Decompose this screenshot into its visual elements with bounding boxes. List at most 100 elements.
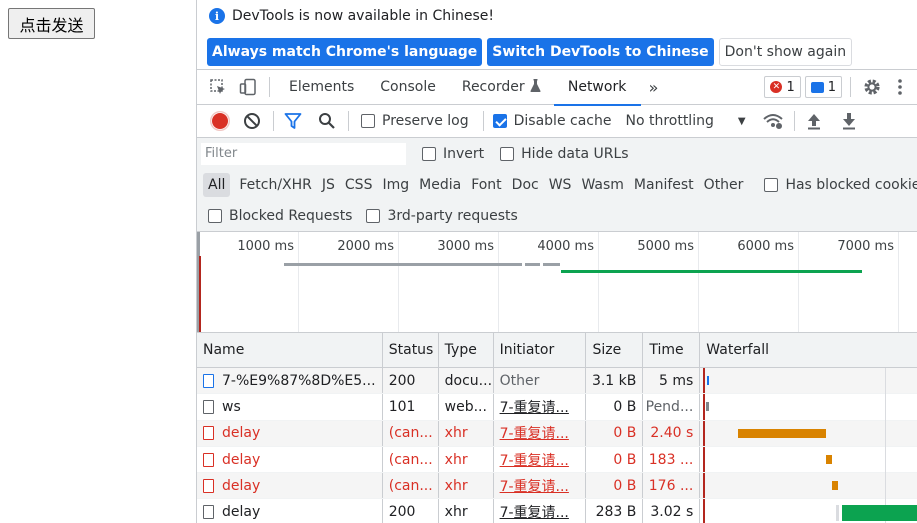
hide-data-urls-checkbox[interactable] xyxy=(500,146,515,161)
dont-show-again-button[interactable]: Don't show again xyxy=(718,38,853,66)
table-body: 7-%E9%87%8D%E5... 200 docu... Other 3.1 kB 5 … xyxy=(197,368,917,523)
has-blocked-cookies-checkbox[interactable] xyxy=(764,177,779,192)
kebab-menu-icon[interactable] xyxy=(889,76,911,98)
type-filter-css[interactable]: CSS xyxy=(340,173,378,197)
search-icon[interactable] xyxy=(314,108,340,134)
cell-waterfall xyxy=(700,499,917,523)
filter-bar: Filter Invert Hide data URLs All Fetch/XH… xyxy=(197,138,917,232)
col-header-initiator[interactable]: Initiator xyxy=(494,333,587,367)
table-row[interactable]: delay (can... xhr 7-重复请... 0 B 183 ... xyxy=(197,446,917,474)
file-icon xyxy=(203,505,214,520)
overview-gridline xyxy=(298,232,299,332)
cell-initiator[interactable]: 7-重复请... xyxy=(494,420,587,446)
load-event-marker xyxy=(703,446,706,473)
cell-size: 0 B xyxy=(586,473,644,499)
divider xyxy=(850,77,851,97)
switch-to-chinese-button[interactable]: Switch DevTools to Chinese xyxy=(487,38,714,66)
cell-initiator[interactable]: 7-重复请... xyxy=(494,499,587,523)
tab-network[interactable]: Network xyxy=(553,70,641,106)
col-header-status[interactable]: Status xyxy=(383,333,439,367)
table-row[interactable]: 7-%E9%87%8D%E5... 200 docu... Other 3.1 kB 5 … xyxy=(197,368,917,395)
gear-icon[interactable] xyxy=(861,76,883,98)
type-filter-media[interactable]: Media xyxy=(414,173,466,197)
type-filter-manifest[interactable]: Manifest xyxy=(629,173,699,197)
overview-bar-pending xyxy=(525,263,540,266)
table-row[interactable]: delay (can... xhr 7-重复请... 0 B 176 ... xyxy=(197,473,917,500)
type-filter-font[interactable]: Font xyxy=(466,173,506,197)
send-button[interactable]: 点击发送 xyxy=(8,8,95,39)
throttling-select[interactable]: No throttling ▼ xyxy=(625,113,745,129)
cell-status: 200 xyxy=(383,368,439,394)
initiator-link[interactable]: 7-重复请... xyxy=(500,450,569,470)
load-event-marker xyxy=(703,368,706,394)
divider xyxy=(273,111,274,131)
table-row[interactable]: delay (can... xhr 7-重复请... 0 B 2.40 s xyxy=(197,420,917,447)
request-name: 7-%E9%87%8D%E5... xyxy=(222,372,376,389)
type-filter-all[interactable]: All xyxy=(203,172,231,197)
device-toolbar-icon[interactable] xyxy=(237,76,259,98)
preserve-log-checkbox[interactable] xyxy=(361,114,375,128)
col-header-type[interactable]: Type xyxy=(439,333,494,367)
disable-cache-checkbox[interactable] xyxy=(492,114,507,128)
type-filter-fetchxhr[interactable]: Fetch/XHR xyxy=(234,173,317,197)
tab-recorder[interactable]: Recorder xyxy=(449,70,554,105)
tab-console-label: Console xyxy=(380,79,436,95)
always-match-language-button[interactable]: Always match Chrome's language xyxy=(207,38,483,66)
type-filter-wasm[interactable]: Wasm xyxy=(576,173,628,197)
overview-gridline xyxy=(498,232,499,332)
invert-checkbox[interactable] xyxy=(422,146,436,161)
cell-time: 5 ms xyxy=(643,368,701,394)
cell-type: docu... xyxy=(439,368,494,394)
document-file-icon xyxy=(203,373,214,388)
cell-initiator[interactable]: 7-重复请... xyxy=(494,473,587,499)
initiator-link[interactable]: 7-重复请... xyxy=(500,476,569,496)
col-header-time[interactable]: Time xyxy=(643,333,701,367)
table-row[interactable]: delay 200 xhr 7-重复请... 283 B 3.02 s xyxy=(197,499,917,523)
overview-tick-label: 3000 ms xyxy=(437,239,494,254)
type-filter-js[interactable]: JS xyxy=(317,173,340,197)
message-count-badge[interactable]: 1 xyxy=(804,76,842,98)
network-conditions-icon[interactable] xyxy=(760,108,786,134)
upload-icon[interactable] xyxy=(801,108,827,134)
clear-icon[interactable] xyxy=(239,108,265,134)
initiator-link[interactable]: 7-重复请... xyxy=(500,397,569,417)
type-filter-doc[interactable]: Doc xyxy=(507,173,544,197)
network-toolbar: Preserve log Disable cache No throttling… xyxy=(197,105,917,138)
tab-console[interactable]: Console xyxy=(367,70,449,105)
type-filter-other[interactable]: Other xyxy=(699,173,749,197)
overview-gridline xyxy=(898,232,899,332)
type-filter-img[interactable]: Img xyxy=(377,173,414,197)
error-count-badge[interactable]: ✕ 1 xyxy=(764,76,801,98)
download-icon[interactable] xyxy=(836,108,862,134)
record-icon[interactable] xyxy=(207,108,233,134)
col-header-size[interactable]: Size xyxy=(586,333,644,367)
cell-name: delay xyxy=(197,473,383,499)
cell-initiator[interactable]: 7-重复请... xyxy=(494,394,587,420)
cell-initiator[interactable]: 7-重复请... xyxy=(494,446,587,473)
third-party-checkbox[interactable] xyxy=(366,208,381,223)
tab-elements[interactable]: Elements xyxy=(276,70,367,105)
dropdown-arrow-icon: ▼ xyxy=(737,115,746,127)
network-overview-timeline[interactable]: 1000 ms 2000 ms 3000 ms 4000 ms 5000 ms 6000 … xyxy=(197,232,917,333)
cell-status: 101 xyxy=(383,394,439,420)
cell-time: 183 ... xyxy=(643,446,701,473)
divider xyxy=(793,111,795,131)
cell-waterfall xyxy=(700,394,917,420)
more-tabs-chevron-icon: » xyxy=(648,77,659,97)
more-tabs-button[interactable]: » xyxy=(641,70,667,105)
overview-gridline xyxy=(698,232,699,332)
info-icon: i xyxy=(209,8,225,24)
table-row[interactable]: ws 101 web... 7-重复请... 0 B Pend... xyxy=(197,394,917,421)
inspect-element-icon[interactable] xyxy=(207,76,229,98)
filter-input[interactable]: Filter xyxy=(201,142,406,165)
message-count: 1 xyxy=(827,79,836,95)
blocked-requests-checkbox[interactable] xyxy=(208,208,222,223)
type-filter-ws[interactable]: WS xyxy=(544,173,577,197)
initiator-link[interactable]: 7-重复请... xyxy=(500,423,569,443)
filter-funnel-icon[interactable] xyxy=(280,108,306,134)
initiator-link[interactable]: 7-重复请... xyxy=(500,502,569,522)
col-header-name[interactable]: Name xyxy=(197,333,383,367)
cell-name: ws xyxy=(197,394,383,420)
cell-type: xhr xyxy=(439,446,494,473)
col-header-waterfall[interactable]: Waterfall xyxy=(700,333,917,367)
